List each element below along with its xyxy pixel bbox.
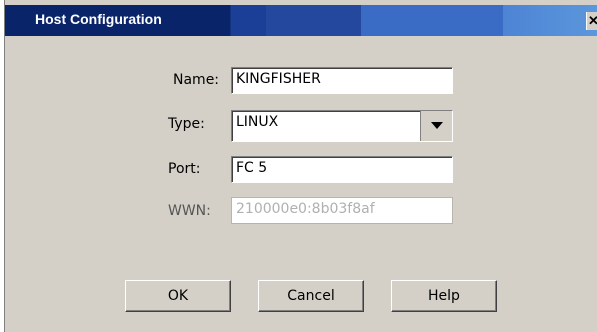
title-bar[interactable]: Host Configuration ✕ bbox=[5, 5, 597, 36]
port-field[interactable]: FC 5 bbox=[231, 156, 453, 183]
cancel-button[interactable]: Cancel bbox=[258, 280, 364, 312]
name-label: Name: bbox=[173, 72, 220, 88]
chevron-down-icon[interactable] bbox=[420, 111, 452, 141]
name-field[interactable]: KINGFISHER bbox=[231, 67, 453, 94]
host-configuration-dialog: Host Configuration ✕ Name: KINGFISHER Ty… bbox=[4, 0, 597, 332]
type-select-value: LINUX bbox=[236, 114, 279, 130]
window-title: Host Configuration bbox=[35, 11, 162, 27]
help-button[interactable]: Help bbox=[391, 280, 497, 312]
port-label: Port: bbox=[168, 161, 201, 177]
type-label: Type: bbox=[168, 116, 205, 132]
type-select[interactable]: LINUX bbox=[231, 110, 453, 142]
wwn-label: WWN: bbox=[168, 203, 211, 219]
ok-button[interactable]: OK bbox=[125, 280, 231, 312]
wwn-field: 210000e0:8b03f8af bbox=[231, 197, 453, 224]
close-icon[interactable]: ✕ bbox=[586, 12, 597, 30]
